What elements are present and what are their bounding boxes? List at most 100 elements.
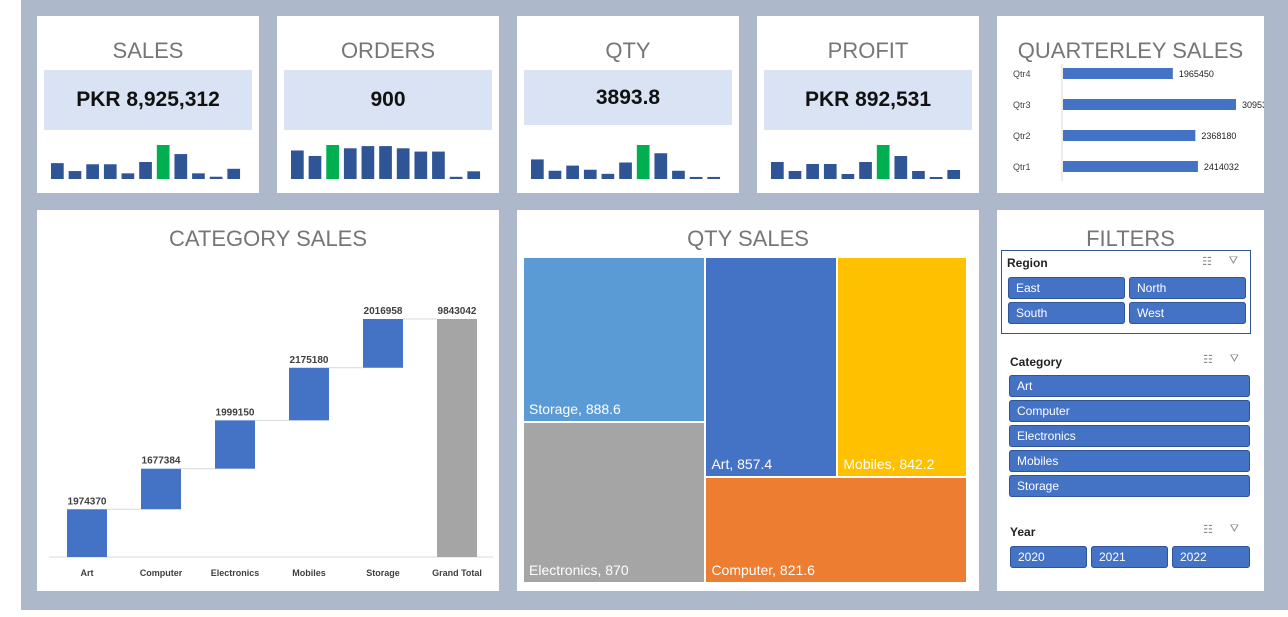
year-button-2021[interactable]: 2021 [1091,546,1168,568]
category-tick-label: Storage [366,568,400,578]
multi-select-icon[interactable]: ☷ [1203,353,1223,366]
year-button-2020[interactable]: 2020 [1010,546,1087,568]
sparkline-bar [947,170,961,179]
filters-title: FILTERS [1086,226,1175,251]
profit-sparkline [771,145,961,179]
sparkline-bar [449,176,463,179]
waterfall-value-label: 1999150 [216,407,255,418]
clear-filter-icon[interactable]: ⛛ [1229,255,1248,268]
sparkline-bar [672,170,685,179]
treemap-label: Computer, 821.6 [711,561,815,578]
treemap-tile-computer: Computer, 821.6 [706,477,966,582]
quarter-tick-label: Qtr3 [1013,100,1031,110]
category-button-electronics[interactable]: Electronics [1009,425,1250,447]
sparkline-bar [227,168,241,179]
orders-sparkline [291,145,481,179]
treemap-tile-art: Art, 857.4 [706,258,837,476]
category-tick-label: Electronics [211,568,260,578]
treemap-label: Art, 857.4 [711,455,773,472]
region-button-south[interactable]: South [1008,302,1125,324]
waterfall-bar [363,319,403,368]
treemap-tile-storage: Storage, 888.6 [524,258,705,421]
sparkline-bar [771,162,784,179]
treemap-label: Storage, 888.6 [529,400,621,417]
quarter-bar [1063,99,1236,110]
waterfall-bar [437,319,477,557]
category-slicer-label: Category [1010,355,1063,369]
sparkline-bar [396,148,410,179]
qty-sales-treemap: Storage, 888.6 Electronics, 870 Art, 857.4… [517,210,979,591]
sparkline-bar [566,165,579,179]
sparkline-bar [291,150,304,179]
clear-filter-icon[interactable]: ⛛ [1230,523,1249,536]
waterfall-bar [289,367,329,421]
sparkline-bar [192,173,205,179]
region-button-west[interactable]: West [1129,302,1246,324]
sparkline-bar [121,173,135,179]
qty-sparkline [531,145,721,179]
sparkline-bar [788,171,802,179]
sparkline-bar [156,145,170,179]
sparkline-bar [929,177,943,179]
sparkline-bar [209,176,223,179]
sparkline-bar [912,171,925,179]
region-button-east[interactable]: East [1008,277,1125,299]
quarter-bar [1063,68,1173,79]
sparkline-bar [841,174,855,179]
treemap-tile-electronics: Electronics, 870 [524,422,705,582]
sparkline-bar [823,164,837,179]
category-button-mobiles[interactable]: Mobiles [1009,450,1250,472]
treemap-label: Mobiles, 842.2 [843,455,935,472]
quarter-bar [1063,130,1196,141]
sparkline-bar [139,162,152,179]
orders-card: ORDERS 900 [277,16,499,193]
sparkline-bar [467,171,481,179]
qty-sales-card: QTY SALES Storage, 888.6 Electronics, 870… [517,210,979,591]
category-tick-label: Art [81,568,94,578]
sparkline-bar [876,145,890,179]
sales-sparkline [51,145,241,179]
sparkline-bar [174,154,188,179]
sparkline-bar [68,171,82,179]
sparkline-bar [689,176,703,179]
category-button-storage[interactable]: Storage [1009,475,1250,497]
waterfall-bar [141,468,181,510]
waterfall-value-label: 2016958 [364,306,403,317]
year-button-2022[interactable]: 2022 [1172,546,1250,568]
quarterly-sales-chart: Qtr4 1965450 Qtr3 3095380 Qtr2 2368180 Qtr1 241… [1013,64,1264,181]
quarter-value-label: 2368180 [1201,131,1236,141]
multi-select-icon[interactable]: ☷ [1203,523,1223,536]
category-tick-label: Grand Total [432,568,482,578]
sparkline-bar [379,146,392,179]
waterfall-value-label: 1677384 [142,456,181,467]
sparkline-bar [326,145,339,179]
category-button-computer[interactable]: Computer [1009,400,1250,422]
sparkline-bar [654,153,668,179]
waterfall-value-label: 2175180 [290,355,329,366]
quarter-tick-label: Qtr1 [1013,162,1031,172]
sparkline-bar [636,145,650,179]
quarter-value-label: 3095380 [1242,100,1264,110]
clear-filter-icon[interactable]: ⛛ [1230,353,1249,366]
region-slicer[interactable]: Region ☷ ⛛ East North South West [1001,250,1251,334]
category-tick-label: Computer [140,568,183,578]
sparkline-bar [894,156,908,179]
sparkline-bar [308,155,322,179]
quarter-value-label: 1965450 [1179,69,1214,79]
waterfall-bar [215,420,255,469]
waterfall-bar [67,509,107,557]
sales-card: SALES PKR 8,925,312 [37,16,259,193]
multi-select-icon[interactable]: ☷ [1202,255,1222,268]
category-button-art[interactable]: Art [1009,375,1250,397]
sparkline-bar [548,170,562,179]
quarter-bar [1063,161,1198,172]
qty-card: QTY 3893.8 [517,16,739,193]
sparkline-bar [601,173,615,179]
quarter-tick-label: Qtr2 [1013,131,1031,141]
category-slicer[interactable]: Category ☷ ⛛ Art Computer Electronics Mo… [1001,352,1251,502]
sparkline-bar [583,169,597,179]
quarter-tick-label: Qtr4 [1013,69,1031,79]
region-button-north[interactable]: North [1129,277,1246,299]
year-slicer[interactable]: Year ☷ ⛛ 2020 2021 2022 [1001,522,1251,572]
sparkline-bar [103,164,117,179]
